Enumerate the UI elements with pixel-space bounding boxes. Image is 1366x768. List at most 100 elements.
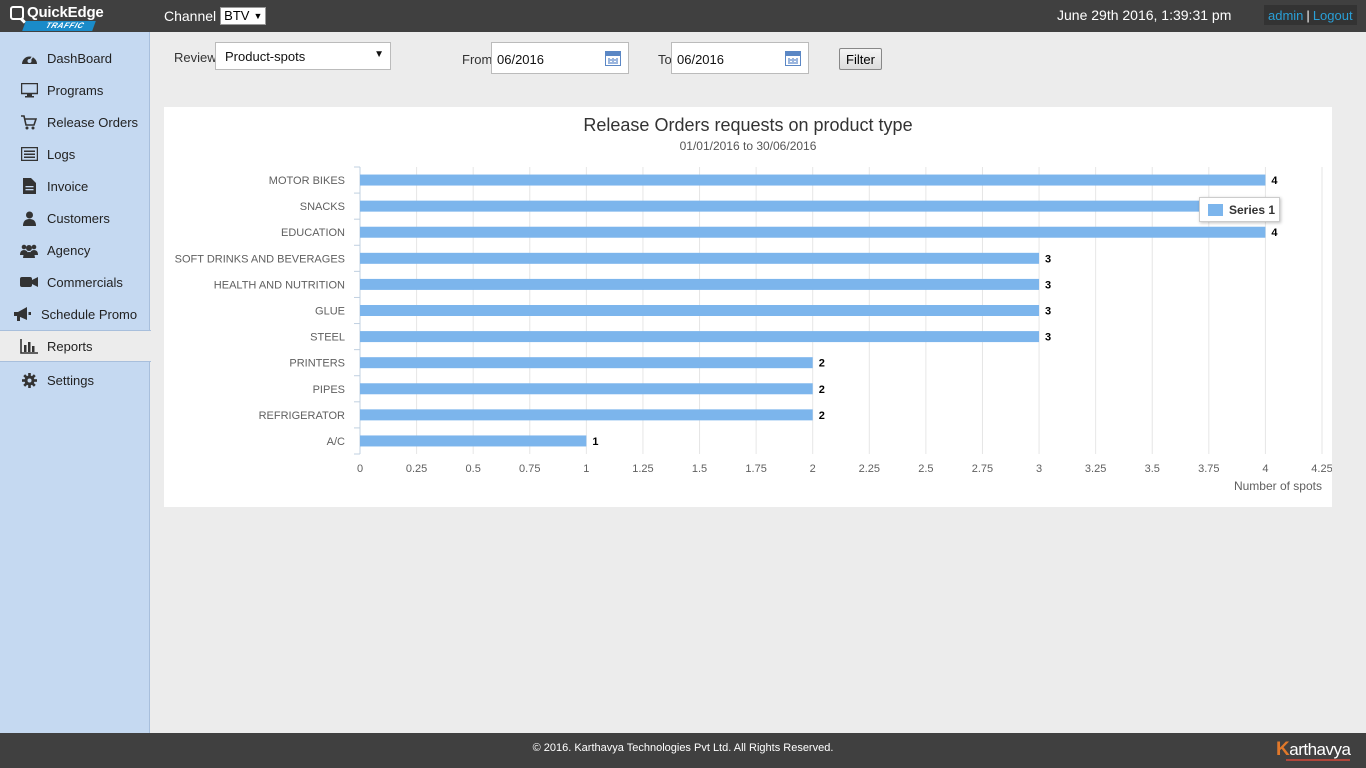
- sidebar-item-label: Commercials: [47, 274, 123, 290]
- data-label: 3: [1045, 306, 1051, 318]
- x-tick-label: 2.5: [918, 463, 933, 475]
- category-label: STEEL: [310, 332, 345, 344]
- legend-label: Series 1: [1229, 202, 1276, 217]
- bar: [360, 357, 813, 369]
- chart-legend[interactable]: Series 1: [1199, 197, 1280, 222]
- sidebar-item-commercials[interactable]: Commercials: [0, 266, 150, 298]
- channel-picker: Channel BTV ▼: [164, 7, 267, 25]
- calendar-icon[interactable]: [605, 51, 621, 66]
- brand-rest: arthavya: [1289, 740, 1351, 759]
- brand-tagline-bar: [1286, 759, 1350, 761]
- bar: [360, 174, 1266, 186]
- logo-wordmark: QuickEdge: [10, 4, 104, 21]
- legend-swatch: [1208, 203, 1223, 216]
- bar: [360, 435, 587, 447]
- sidebar-item-dashboard[interactable]: DashBoard: [0, 42, 150, 74]
- logout-link[interactable]: Logout: [1313, 8, 1353, 23]
- category-label: GLUE: [315, 306, 345, 318]
- channel-label: Channel: [164, 8, 217, 24]
- sidebar-item-label: Logs: [47, 146, 76, 162]
- sidebar-item-agency[interactable]: Agency: [0, 234, 150, 266]
- data-label: 2: [819, 384, 825, 396]
- chart-panel: Release Orders requests on product type …: [164, 107, 1332, 507]
- category-label: SNACKS: [300, 201, 345, 213]
- to-date-value: 06/2016: [677, 52, 724, 67]
- x-tick-label: 0: [357, 463, 363, 475]
- x-tick-label: 1.5: [692, 463, 707, 475]
- data-label: 4: [1271, 175, 1278, 187]
- sidebar-item-reports[interactable]: Reports: [0, 330, 151, 362]
- data-label: 1: [592, 436, 598, 448]
- sidebar-item-programs[interactable]: Programs: [0, 74, 150, 106]
- document-icon: [20, 178, 38, 194]
- sidebar-item-invoice[interactable]: Invoice: [0, 170, 150, 202]
- caret-down-icon: ▼: [374, 49, 384, 60]
- monitor-icon: [20, 82, 38, 98]
- data-label: 3: [1045, 253, 1051, 265]
- users-icon: [20, 242, 38, 258]
- current-datetime: June 29th 2016, 1:39:31 pm: [1057, 7, 1232, 23]
- sidebar-item-label: Schedule Promo: [41, 306, 138, 322]
- from-date-input[interactable]: 06/2016: [491, 42, 629, 74]
- category-label: MOTOR BIKES: [269, 175, 345, 187]
- data-label: 3: [1045, 332, 1051, 344]
- category-label: HEALTH AND NUTRITION: [214, 279, 345, 291]
- x-tick-label: 1: [583, 463, 589, 475]
- bar: [360, 331, 1040, 343]
- data-label: 4: [1271, 227, 1278, 239]
- sidebar: DashBoard Programs Release Orders Logs I…: [0, 32, 151, 733]
- x-tick-label: 1.25: [632, 463, 653, 475]
- to-date-input[interactable]: 06/2016: [671, 42, 809, 74]
- review-label: Review: [174, 50, 217, 65]
- calendar-icon[interactable]: [785, 51, 801, 66]
- user-icon: [20, 210, 38, 226]
- bar: [360, 409, 813, 421]
- data-label: 2: [819, 410, 825, 422]
- video-camera-icon: [20, 274, 38, 290]
- category-label: SOFT DRINKS AND BEVERAGES: [175, 253, 345, 265]
- category-label: A/C: [327, 436, 345, 448]
- gear-icon: [20, 372, 38, 388]
- x-axis-title: Number of spots: [1234, 479, 1322, 493]
- separator: |: [1306, 7, 1310, 23]
- brand-initial: K: [1276, 739, 1290, 760]
- logo-q-icon: [10, 5, 24, 20]
- sidebar-item-label: Settings: [47, 372, 94, 388]
- sidebar-item-label: DashBoard: [47, 50, 113, 66]
- category-label: PRINTERS: [289, 358, 345, 370]
- sidebar-item-logs[interactable]: Logs: [0, 138, 150, 170]
- bar-chart-icon: [20, 338, 38, 354]
- to-label: To: [658, 52, 672, 67]
- filter-button[interactable]: Filter: [839, 48, 882, 70]
- bar: [360, 226, 1266, 238]
- sidebar-item-customers[interactable]: Customers: [0, 202, 150, 234]
- bar: [360, 200, 1266, 212]
- sidebar-item-settings[interactable]: Settings: [0, 364, 150, 396]
- list-icon: [20, 146, 38, 162]
- bar: [360, 305, 1040, 316]
- x-tick-label: 3.5: [1145, 463, 1160, 475]
- app-logo[interactable]: QuickEdge TRAFFIC: [10, 4, 122, 31]
- sidebar-item-label: Agency: [47, 242, 91, 258]
- cart-icon: [20, 114, 38, 130]
- x-tick-label: 4.25: [1311, 463, 1332, 475]
- review-value: Product-spots: [225, 49, 306, 64]
- channel-select[interactable]: BTV ▼: [220, 7, 267, 25]
- sidebar-item-release-orders[interactable]: Release Orders: [0, 106, 150, 138]
- x-tick-label: 0.25: [406, 463, 427, 475]
- x-tick-label: 0.75: [519, 463, 540, 475]
- data-label: 3: [1045, 279, 1051, 291]
- bar: [360, 383, 813, 395]
- megaphone-icon: [14, 306, 32, 322]
- user-link[interactable]: admin: [1268, 8, 1303, 23]
- sidebar-item-schedule-promo[interactable]: Schedule Promo: [0, 298, 150, 330]
- category-label: EDUCATION: [281, 227, 345, 239]
- x-tick-label: 1.75: [745, 463, 766, 475]
- category-label: REFRIGERATOR: [259, 410, 345, 422]
- user-links: admin | Logout: [1264, 5, 1357, 25]
- x-tick-label: 4: [1262, 463, 1268, 475]
- logo-text: QuickEdge: [27, 4, 104, 21]
- review-select[interactable]: Product-spots ▼: [215, 42, 391, 70]
- dashboard-icon: [20, 50, 38, 66]
- x-tick-label: 2.25: [859, 463, 880, 475]
